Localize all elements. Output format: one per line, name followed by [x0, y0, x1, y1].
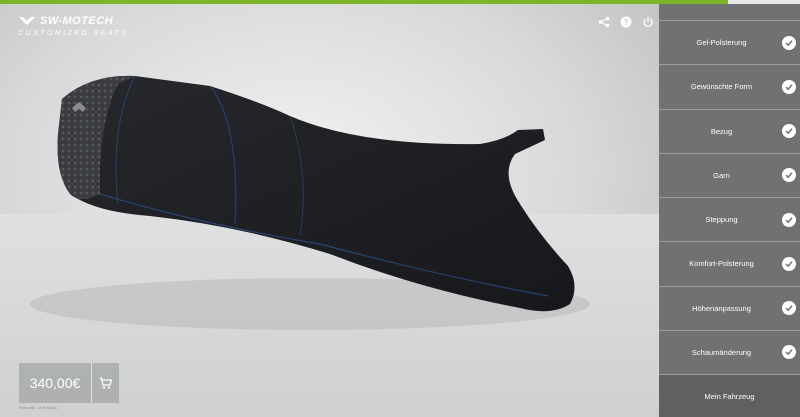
sidebar-item-0[interactable]: Gel-Polsterung — [659, 21, 800, 66]
sidebar-item-label: Gel-Polsterung — [696, 38, 747, 48]
sidebar-item-3[interactable]: Garn — [659, 154, 800, 198]
sidebar-item-label: Steppung — [705, 215, 738, 225]
check-icon — [782, 212, 796, 227]
sidebar-item-label: Garn — [713, 170, 730, 180]
sw-motech-logo-icon — [19, 17, 35, 25]
cart-icon — [99, 377, 112, 389]
sidebar-item-4[interactable]: Steppung — [659, 198, 800, 243]
top-toolbar: ? — [597, 15, 655, 29]
configurator-sidebar: Gel-Polsterung Gewünschte Form Bezug Garn St… — [659, 4, 800, 417]
price-box: 340,00€ — [19, 363, 119, 403]
check-icon — [782, 301, 796, 316]
seat-3d-model[interactable] — [0, 4, 659, 417]
price-note: Preis inkl. 19% MwSt. — [19, 405, 58, 410]
check-icon — [782, 35, 796, 50]
sidebar-item-label: Komfort-Polsterung — [689, 259, 754, 269]
sidebar-item-label: Schaumänderung — [691, 347, 752, 357]
my-vehicle-button[interactable]: Mein Fahrzeug — [659, 375, 800, 417]
sidebar-item-label: Höhenanpassung — [692, 303, 751, 313]
check-icon — [782, 256, 796, 271]
svg-text:?: ? — [624, 18, 629, 27]
share-icon[interactable] — [597, 15, 611, 29]
price-value: 340,00€ — [29, 375, 81, 391]
brand-block: SW-MOTECH CUSTOMIZED SEATS — [18, 15, 129, 37]
sidebar-item-1[interactable]: Gewünschte Form — [659, 65, 800, 110]
brand-tagline: CUSTOMIZED SEATS — [18, 30, 129, 37]
sidebar-top-spacer — [659, 4, 800, 21]
help-icon[interactable]: ? — [619, 15, 633, 29]
power-icon[interactable] — [641, 15, 655, 29]
sidebar-item-label: Gewünschte Form — [690, 82, 753, 92]
brand-name: SW-MOTECH — [40, 15, 114, 27]
seat-preview-stage[interactable]: SW-MOTECH CUSTOMIZED SEATS ? 340,00€ Pre… — [0, 4, 659, 417]
sidebar-item-label: Bezug — [710, 126, 733, 136]
sidebar-item-2[interactable]: Bezug — [659, 110, 800, 154]
sidebar-item-5[interactable]: Komfort-Polsterung — [659, 242, 800, 287]
check-icon — [782, 168, 796, 183]
check-icon — [782, 79, 796, 94]
check-icon — [782, 124, 796, 139]
check-icon — [782, 345, 796, 360]
sidebar-item-7[interactable]: Schaumänderung — [659, 331, 800, 375]
add-to-cart-button[interactable] — [91, 363, 119, 403]
sidebar-item-6[interactable]: Höhenanpassung — [659, 287, 800, 331]
